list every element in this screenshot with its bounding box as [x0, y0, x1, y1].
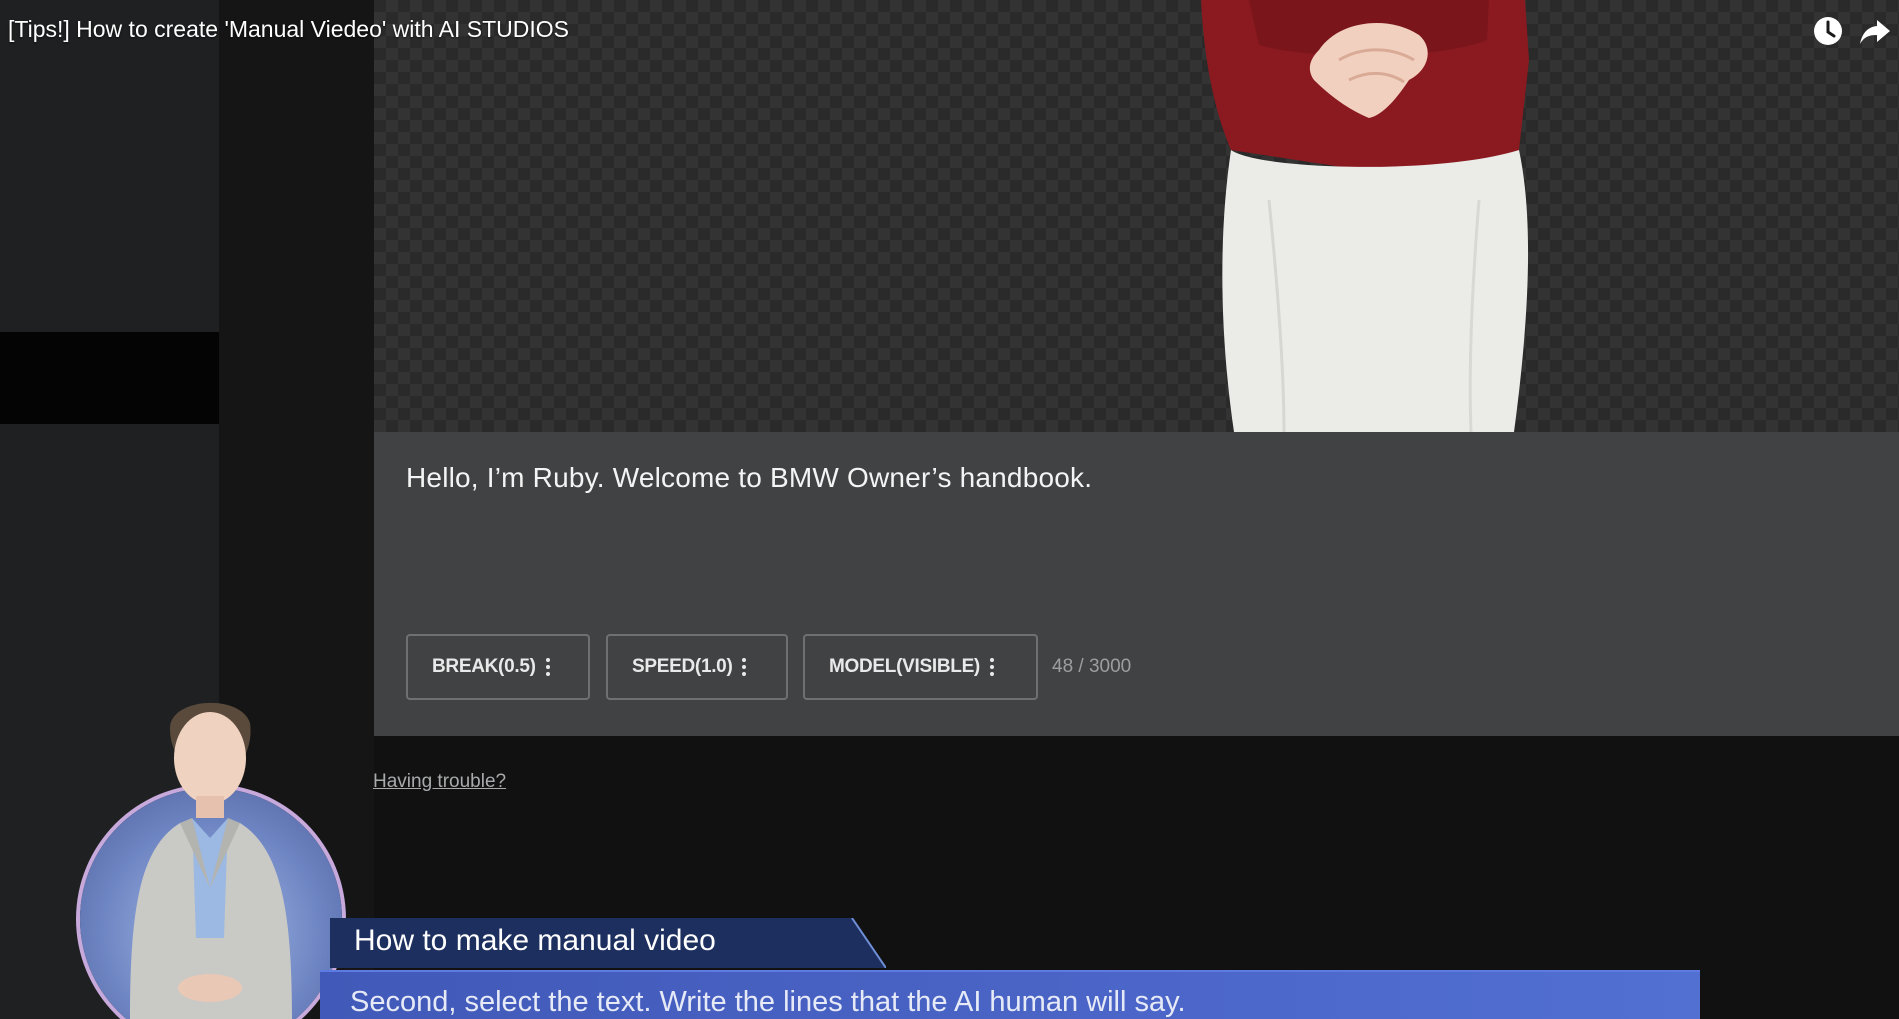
watch-later-icon[interactable]: [1811, 14, 1845, 48]
model-visible-button[interactable]: MODEL(VISIBLE): [803, 634, 1038, 700]
share-icon[interactable]: [1858, 14, 1892, 48]
character-count: 48 / 3000: [1052, 656, 1132, 677]
video-frame: Hello, I’m Ruby. Welcome to BMW Owner’s …: [0, 0, 1899, 1019]
sidebar-selected-band: [0, 332, 219, 424]
video-title[interactable]: [Tips!] How to create 'Manual Viedeo' wi…: [8, 16, 569, 43]
host-avatar: [130, 702, 292, 1019]
script-text[interactable]: Hello, I’m Ruby. Welcome to BMW Owner’s …: [406, 462, 1092, 494]
more-vert-icon: [989, 658, 994, 676]
script-editor[interactable]: Hello, I’m Ruby. Welcome to BMW Owner’s …: [374, 432, 1899, 736]
ai-presenter-figure: [1201, 0, 1529, 432]
break-button-label: BREAK(0.5): [432, 656, 536, 677]
lower-third-caption: Second, select the text. Write the lines…: [320, 970, 1700, 1019]
lower-third-heading: How to make manual video: [330, 918, 886, 968]
having-trouble-link[interactable]: Having trouble?: [373, 771, 506, 793]
break-button[interactable]: BREAK(0.5): [406, 634, 590, 700]
speed-button[interactable]: SPEED(1.0): [606, 634, 788, 700]
speed-button-label: SPEED(1.0): [632, 656, 733, 677]
preview-canvas: [374, 0, 1899, 432]
lower-third-caption-text: Second, select the text. Write the lines…: [350, 986, 1186, 1018]
more-vert-icon: [545, 658, 550, 676]
lower-third-heading-text: How to make manual video: [354, 924, 716, 957]
model-button-label: MODEL(VISIBLE): [829, 656, 980, 677]
more-vert-icon: [742, 658, 747, 676]
